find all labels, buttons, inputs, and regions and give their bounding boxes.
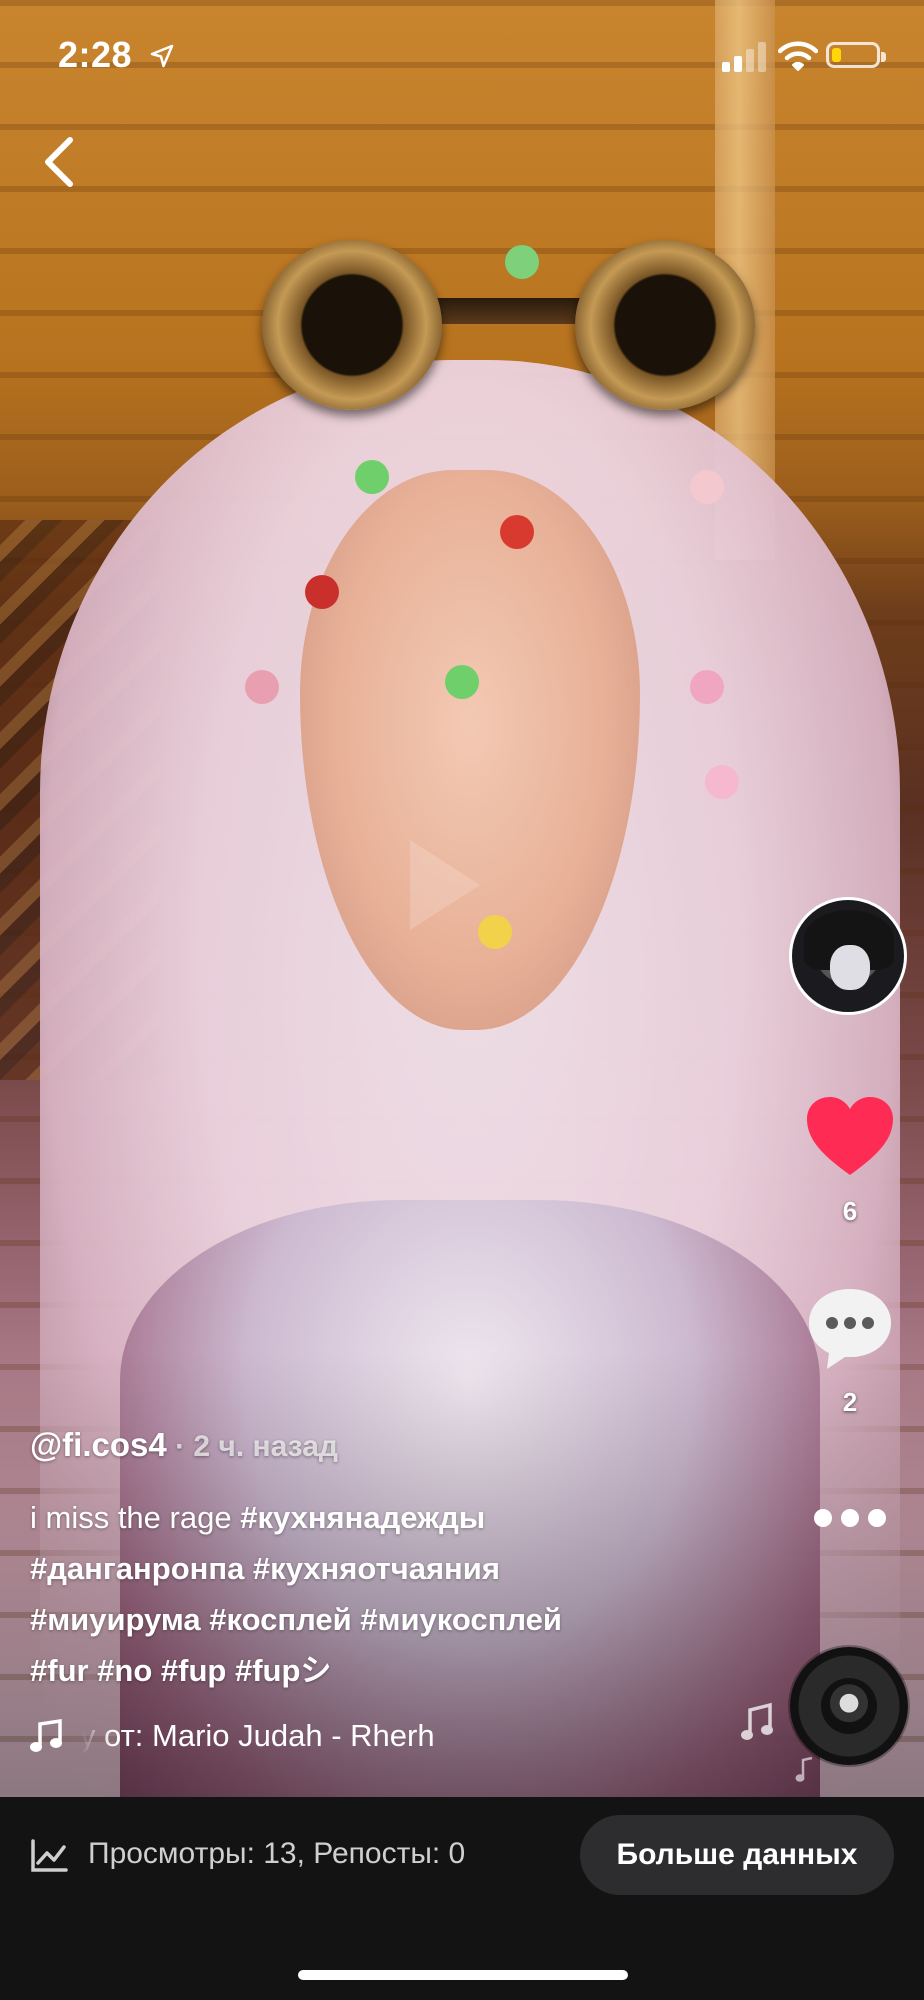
hair-clip-flower — [305, 575, 339, 609]
status-time: 2:28 — [58, 34, 133, 75]
caption-hashtags[interactable]: #fur #no #fup #fupシ — [30, 1645, 750, 1696]
analytics-chart-icon — [31, 1839, 68, 1872]
wifi-icon — [778, 41, 818, 71]
sound-disc-cover — [821, 1678, 877, 1734]
hashtag[interactable]: #кухнянадежды — [240, 1500, 485, 1535]
avatar-art-face — [830, 945, 870, 990]
sound-disc[interactable] — [790, 1647, 908, 1765]
status-bar: 2:28 — [0, 0, 924, 110]
hair-clip-flower — [445, 665, 479, 699]
post-author[interactable]: @fi.cos4 · 2 ч. назад — [30, 1426, 338, 1464]
hair-clip-flower — [245, 670, 279, 704]
hair-clip-flower — [355, 460, 389, 494]
like-count: 6 — [842, 1196, 858, 1226]
home-indicator[interactable] — [298, 1970, 628, 1980]
caption-text: i miss the rage — [30, 1500, 241, 1535]
music-note-icon — [30, 1718, 62, 1752]
hair-clip-flower — [690, 670, 724, 704]
hair-clip-flower — [500, 515, 534, 549]
creator-avatar[interactable] — [789, 897, 907, 1015]
location-arrow-icon — [150, 44, 174, 68]
chevron-left-icon[interactable] — [38, 132, 82, 192]
caption-line: i miss the rage #кухнянадежды — [30, 1492, 750, 1543]
goggles-strap — [430, 298, 590, 324]
post-time-ago: · 2 ч. назад — [166, 1430, 338, 1463]
comment-count: 2 — [842, 1387, 858, 1417]
caption-hashtags[interactable]: #миуирума #косплей #миукосплей — [30, 1594, 750, 1645]
battery-level-fill — [832, 48, 842, 62]
battery-icon — [826, 42, 886, 68]
music-title[interactable]: ку от: Mario Judah - Rherh — [82, 1718, 502, 1754]
post-caption: i miss the rage #кухнянадежды #данганрон… — [30, 1492, 750, 1696]
cellular-signal-icon — [722, 42, 766, 72]
comment-bubble-icon[interactable] — [805, 1285, 895, 1371]
more-dots-icon[interactable] — [812, 1505, 888, 1531]
music-note-icon — [795, 1757, 813, 1782]
hair-clip-flower — [705, 765, 739, 799]
more-data-button[interactable]: Больше данных — [580, 1815, 894, 1895]
music-note-icon — [741, 1702, 773, 1740]
play-indicator-icon — [410, 840, 480, 930]
hair-clip-flower — [690, 470, 724, 504]
hair-clip-flower — [478, 915, 512, 949]
caption-hashtags[interactable]: #данганронпа #кухняотчаяния — [30, 1543, 750, 1594]
music-ticker[interactable]: ку от: Mario Judah - Rherh — [30, 1718, 510, 1762]
username-text[interactable]: @fi.cos4 — [30, 1426, 167, 1463]
hair-clip-flower — [505, 245, 539, 279]
goggle-right — [575, 240, 755, 410]
heart-icon[interactable] — [805, 1095, 895, 1177]
goggle-left — [262, 240, 442, 410]
views-reposts-text: Просмотры: 13, Репосты: 0 — [88, 1837, 466, 1870]
